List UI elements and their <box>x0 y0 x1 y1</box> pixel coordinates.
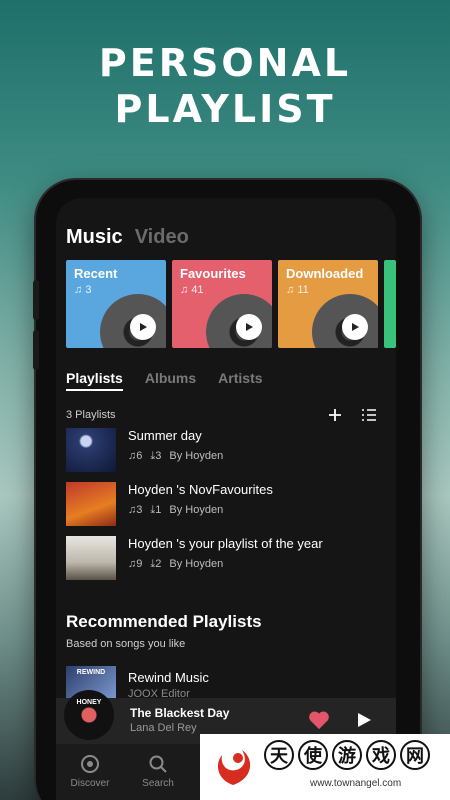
watermark-url: www.townangel.com <box>310 778 402 789</box>
playlists-header: 3 Playlists <box>66 406 386 424</box>
add-playlist-button[interactable] <box>326 406 344 424</box>
card-title: Recent <box>74 266 118 281</box>
card-count: ♫ 3 <box>74 284 92 296</box>
discover-icon <box>81 755 99 773</box>
playlist-title: Summer day <box>128 428 202 443</box>
card-count-value: 3 <box>85 284 92 296</box>
playlist-row[interactable]: Hoyden 's your playlist of the year ♫9 ⤓… <box>66 536 386 580</box>
song-count-value: 3 <box>136 504 143 516</box>
tab-albums[interactable]: Albums <box>145 370 196 391</box>
now-playing-artist: Lana Del Rey <box>130 722 197 734</box>
phone-side-button <box>33 330 39 370</box>
watermark-logo-icon <box>217 750 251 785</box>
watermark: 天 使 游 戏 网 www.townangel.com <box>200 734 450 800</box>
watermark-char: 游 <box>332 740 362 770</box>
phone-side-button <box>33 280 39 320</box>
card-count-value: 11 <box>297 284 309 296</box>
recommended-name: Rewind Music <box>128 670 209 685</box>
nav-search-label: Search <box>142 778 174 789</box>
now-playing-disc: HONEY <box>64 690 114 740</box>
nav-discover[interactable]: Discover <box>60 754 120 789</box>
sort-list-icon <box>362 409 376 421</box>
headline: PERSONAL PLAYLIST <box>0 40 450 132</box>
play-icon <box>246 323 253 331</box>
download-count: ⤓1 <box>150 504 162 516</box>
now-playing-disc-text: HONEY <box>76 699 102 706</box>
play-button[interactable] <box>130 314 156 340</box>
playlist-title: Hoyden 's NovFavourites <box>128 482 273 497</box>
nav-discover-label: Discover <box>70 778 110 789</box>
card-favourites[interactable]: Favourites ♫ 41 <box>172 260 272 348</box>
song-count: ♫3 <box>128 504 143 516</box>
download-count-value: 1 <box>155 504 162 516</box>
card-count: ♫ 11 <box>286 284 309 296</box>
playlist-owner: By Hoyden <box>169 558 224 570</box>
tab-music[interactable]: Music <box>66 226 123 249</box>
play-button[interactable] <box>342 314 368 340</box>
playlist-cover <box>66 428 116 472</box>
song-count: ♫9 <box>128 558 143 570</box>
watermark-char: 戏 <box>366 740 396 770</box>
top-tabs: Music Video <box>66 226 189 249</box>
card-count: ♫ 41 <box>180 284 204 296</box>
playlist-cover <box>66 536 116 580</box>
collection-cards: Recent ♫ 3 Favourites ♫ 41 Downloaded ♫ … <box>66 260 396 348</box>
song-count: ♫6 <box>128 450 143 462</box>
playlist-title: Hoyden 's your playlist of the year <box>128 536 323 551</box>
playlists-count: 3 Playlists <box>66 409 116 421</box>
card-recent[interactable]: Recent ♫ 3 <box>66 260 166 348</box>
song-count-value: 9 <box>136 558 143 570</box>
playlist-meta: ♫6 ⤓3 By Hoyden <box>128 450 223 463</box>
playlist-owner: By Hoyden <box>169 450 224 462</box>
headline-line1: PERSONAL <box>98 41 352 85</box>
play-icon[interactable] <box>356 712 372 728</box>
download-count-value: 2 <box>155 558 162 570</box>
recommended-title: Recommended Playlists <box>66 612 262 631</box>
watermark-char: 使 <box>298 740 328 770</box>
sort-button[interactable] <box>360 406 378 424</box>
watermark-text: 天 使 游 戏 网 <box>264 740 430 770</box>
playlist-meta: ♫3 ⤓1 By Hoyden <box>128 504 223 517</box>
card-peek-next[interactable] <box>384 260 396 348</box>
download-count: ⤓3 <box>150 450 162 462</box>
playlist-owner: By Hoyden <box>169 504 224 516</box>
playlist-row[interactable]: Hoyden 's NovFavourites ♫3 ⤓1 By Hoyden <box>66 482 386 526</box>
nav-search[interactable]: Search <box>128 754 188 789</box>
heart-icon[interactable] <box>308 710 330 730</box>
playlist-cover <box>66 482 116 526</box>
tab-video[interactable]: Video <box>135 226 189 249</box>
card-title: Downloaded <box>286 266 364 281</box>
download-count: ⤓2 <box>150 558 162 570</box>
play-button[interactable] <box>236 314 262 340</box>
library-tabs: Playlists Albums Artists <box>66 370 263 391</box>
tab-artists[interactable]: Artists <box>218 370 262 391</box>
card-title: Favourites <box>180 266 246 281</box>
now-playing-title: The Blackest Day <box>130 706 230 720</box>
app-screen: Music Video Recent ♫ 3 Favourites ♫ 41 D… <box>56 198 396 800</box>
search-icon <box>149 755 167 773</box>
watermark-char: 天 <box>264 740 294 770</box>
card-downloaded[interactable]: Downloaded ♫ 11 <box>278 260 378 348</box>
play-icon <box>140 323 147 331</box>
tab-playlists[interactable]: Playlists <box>66 370 123 391</box>
recommended-subtitle: Based on songs you like <box>66 638 186 650</box>
recommended-cover-text: REWIND <box>76 669 106 676</box>
watermark-char: 网 <box>400 740 430 770</box>
plus-icon <box>329 409 341 421</box>
playlist-row[interactable]: Summer day ♫6 ⤓3 By Hoyden <box>66 428 386 472</box>
playlist-meta: ♫9 ⤓2 By Hoyden <box>128 558 223 571</box>
download-count-value: 3 <box>155 450 162 462</box>
song-count-value: 6 <box>136 450 143 462</box>
play-icon <box>352 323 359 331</box>
headline-line2: PLAYLIST <box>114 87 336 131</box>
card-count-value: 41 <box>191 284 204 296</box>
